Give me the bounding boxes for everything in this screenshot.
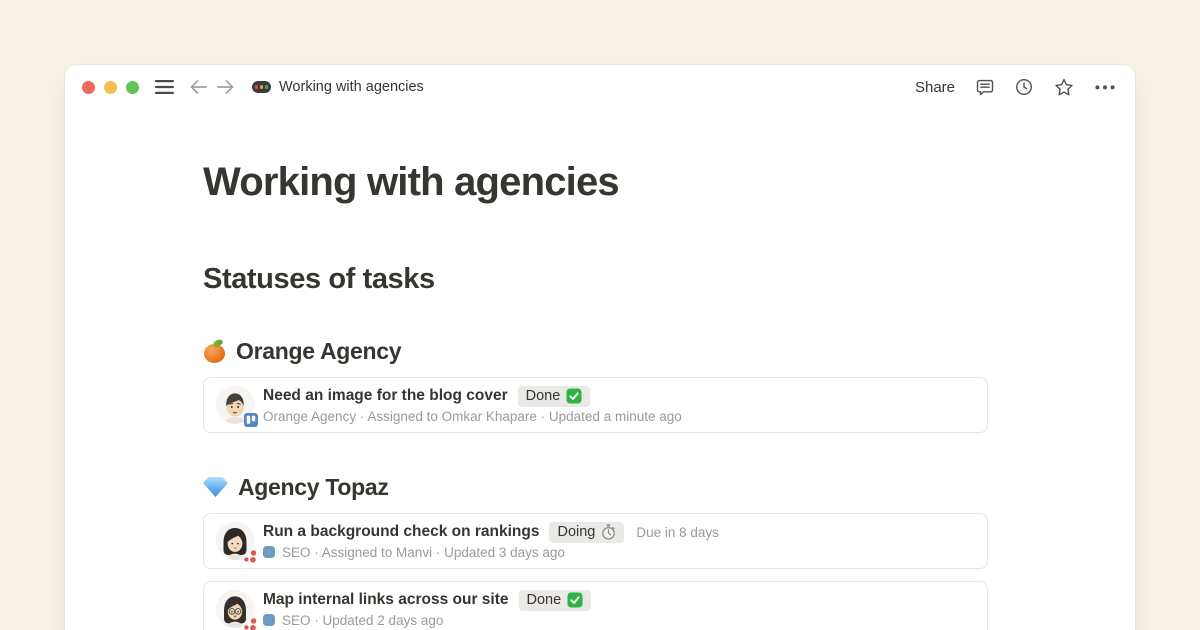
status-label: Doing — [557, 524, 595, 541]
check-emoji-icon — [567, 592, 583, 608]
back-icon[interactable] — [190, 80, 207, 94]
board-badge-icon — [244, 413, 258, 427]
task-meta: SEO · Assigned to Manvi · Updated 3 days… — [263, 544, 719, 561]
favorite-star-icon[interactable] — [1054, 78, 1074, 97]
status-badge: Done — [519, 590, 592, 611]
close-window-button[interactable] — [82, 81, 95, 94]
task-meta-text: Orange Agency · Assigned to Omkar Khapar… — [263, 408, 682, 425]
status-label: Done — [527, 592, 562, 609]
sidebar-menu-icon[interactable] — [155, 80, 174, 94]
agency-group-heading: Orange Agency — [203, 337, 988, 365]
agency-group-heading: Agency Topaz — [203, 473, 988, 501]
topbar-page-title[interactable]: Working with agencies — [279, 79, 424, 95]
window-controls — [82, 81, 139, 94]
status-badge: Done — [518, 386, 591, 407]
horizontal-traffic-light-emoji — [252, 81, 271, 93]
minimize-window-button[interactable] — [104, 81, 117, 94]
section-heading: Statuses of tasks — [203, 262, 988, 297]
dots-badge-icon — [243, 550, 258, 563]
task-meta-text: SEO · Assigned to Manvi · Updated 3 days… — [282, 544, 565, 561]
comments-icon[interactable] — [976, 79, 994, 96]
task-card[interactable]: Run a background check on rankings Doing… — [203, 513, 988, 569]
due-date: Due in 8 days — [636, 525, 719, 540]
more-options-icon[interactable] — [1095, 85, 1115, 90]
stopwatch-emoji-icon — [601, 524, 616, 540]
app-window: Working with agencies Share Working with… — [65, 65, 1135, 630]
desktop-background: Working with agencies Share Working with… — [0, 0, 1200, 630]
assignee-avatar — [216, 522, 254, 560]
forward-icon[interactable] — [217, 80, 234, 94]
task-card[interactable]: Map internal links across our site Done … — [203, 581, 988, 630]
task-list: Run a background check on rankings Doing… — [203, 513, 988, 630]
task-title: Need an image for the blog cover — [263, 387, 508, 405]
status-label: Done — [526, 388, 561, 405]
agency-group: Orange Agency Need an image for the blog… — [203, 337, 988, 433]
zoom-window-button[interactable] — [126, 81, 139, 94]
dots-badge-icon — [243, 618, 258, 630]
page-content: Working with agencies Statuses of tasks … — [65, 109, 988, 630]
task-meta: SEO · Updated 2 days ago — [263, 612, 591, 629]
task-title: Map internal links across our site — [263, 591, 509, 609]
gem-emoji — [203, 477, 228, 497]
project-color-chip — [263, 546, 275, 558]
agency-group-name: Orange Agency — [236, 337, 401, 365]
window-topbar: Working with agencies Share — [65, 65, 1135, 109]
task-meta: Orange Agency · Assigned to Omkar Khapar… — [263, 408, 682, 425]
task-title: Run a background check on rankings — [263, 523, 539, 541]
task-list: Need an image for the blog cover Done Or… — [203, 377, 988, 433]
agency-group-name: Agency Topaz — [238, 473, 389, 501]
project-color-chip — [263, 614, 275, 626]
check-emoji-icon — [566, 388, 582, 404]
updates-clock-icon[interactable] — [1015, 78, 1033, 96]
page-title: Working with agencies — [203, 158, 988, 206]
agency-group: Agency Topaz Run a background check on r… — [203, 473, 988, 630]
tangerine-emoji — [203, 340, 226, 363]
topbar-actions: Share — [915, 78, 1115, 97]
share-button[interactable]: Share — [915, 79, 955, 96]
task-groups: Orange Agency Need an image for the blog… — [203, 337, 988, 630]
assignee-avatar — [216, 386, 254, 424]
status-badge: Doing — [549, 522, 624, 543]
task-meta-text: SEO · Updated 2 days ago — [282, 612, 443, 629]
assignee-avatar — [216, 590, 254, 628]
task-card[interactable]: Need an image for the blog cover Done Or… — [203, 377, 988, 433]
